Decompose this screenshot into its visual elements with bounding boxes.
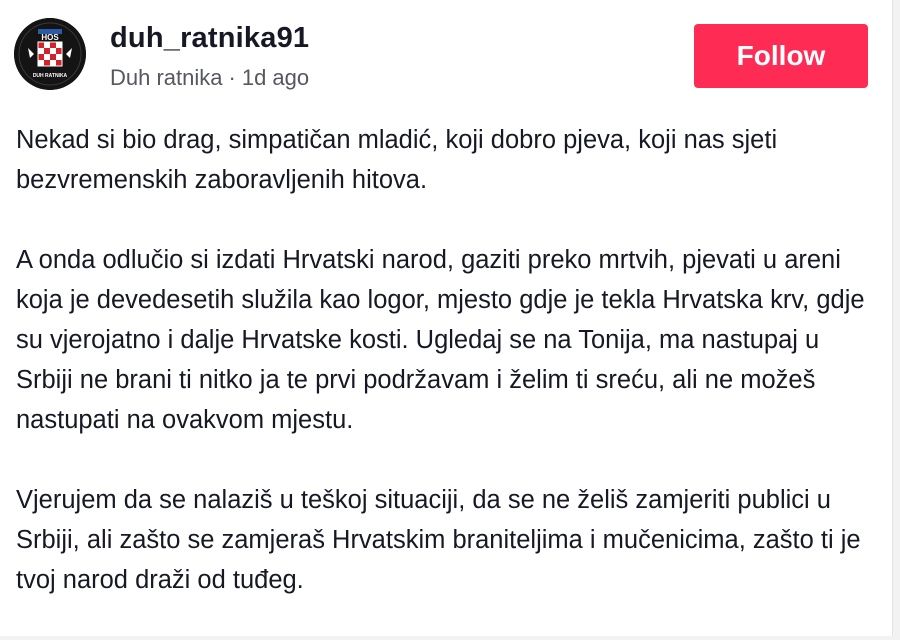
post-body: Nekad si bio drag, simpatičan mladić, ko… — [16, 120, 878, 640]
post-paragraph: Nekad si bio drag, simpatičan mladić, ko… — [16, 126, 778, 194]
post-paragraph: A onda odlučio si izdati Hrvatski narod,… — [16, 246, 865, 434]
avatar[interactable]: HOS DUH RATNIKA — [14, 18, 86, 90]
hos-emblem-icon: HOS DUH RATNIKA — [14, 18, 86, 90]
post-card: HOS DUH RATNIKA duh_ratnika91 Duh ratnik… — [0, 0, 893, 636]
post-timestamp: 1d ago — [241, 65, 310, 90]
username[interactable]: duh_ratnika91 — [110, 22, 309, 55]
svg-text:HOS: HOS — [41, 33, 59, 42]
meta-separator: · — [228, 65, 236, 90]
post-paragraph: Vjerujem da se nalaziš u teškoj situacij… — [16, 486, 861, 594]
post-header: HOS DUH RATNIKA duh_ratnika91 Duh ratnik… — [14, 18, 892, 98]
post-meta: Duh ratnika · 1d ago — [110, 65, 309, 91]
follow-button[interactable]: Follow — [694, 24, 868, 88]
display-name[interactable]: Duh ratnika — [110, 65, 223, 90]
svg-text:DUH RATNIKA: DUH RATNIKA — [33, 73, 68, 79]
